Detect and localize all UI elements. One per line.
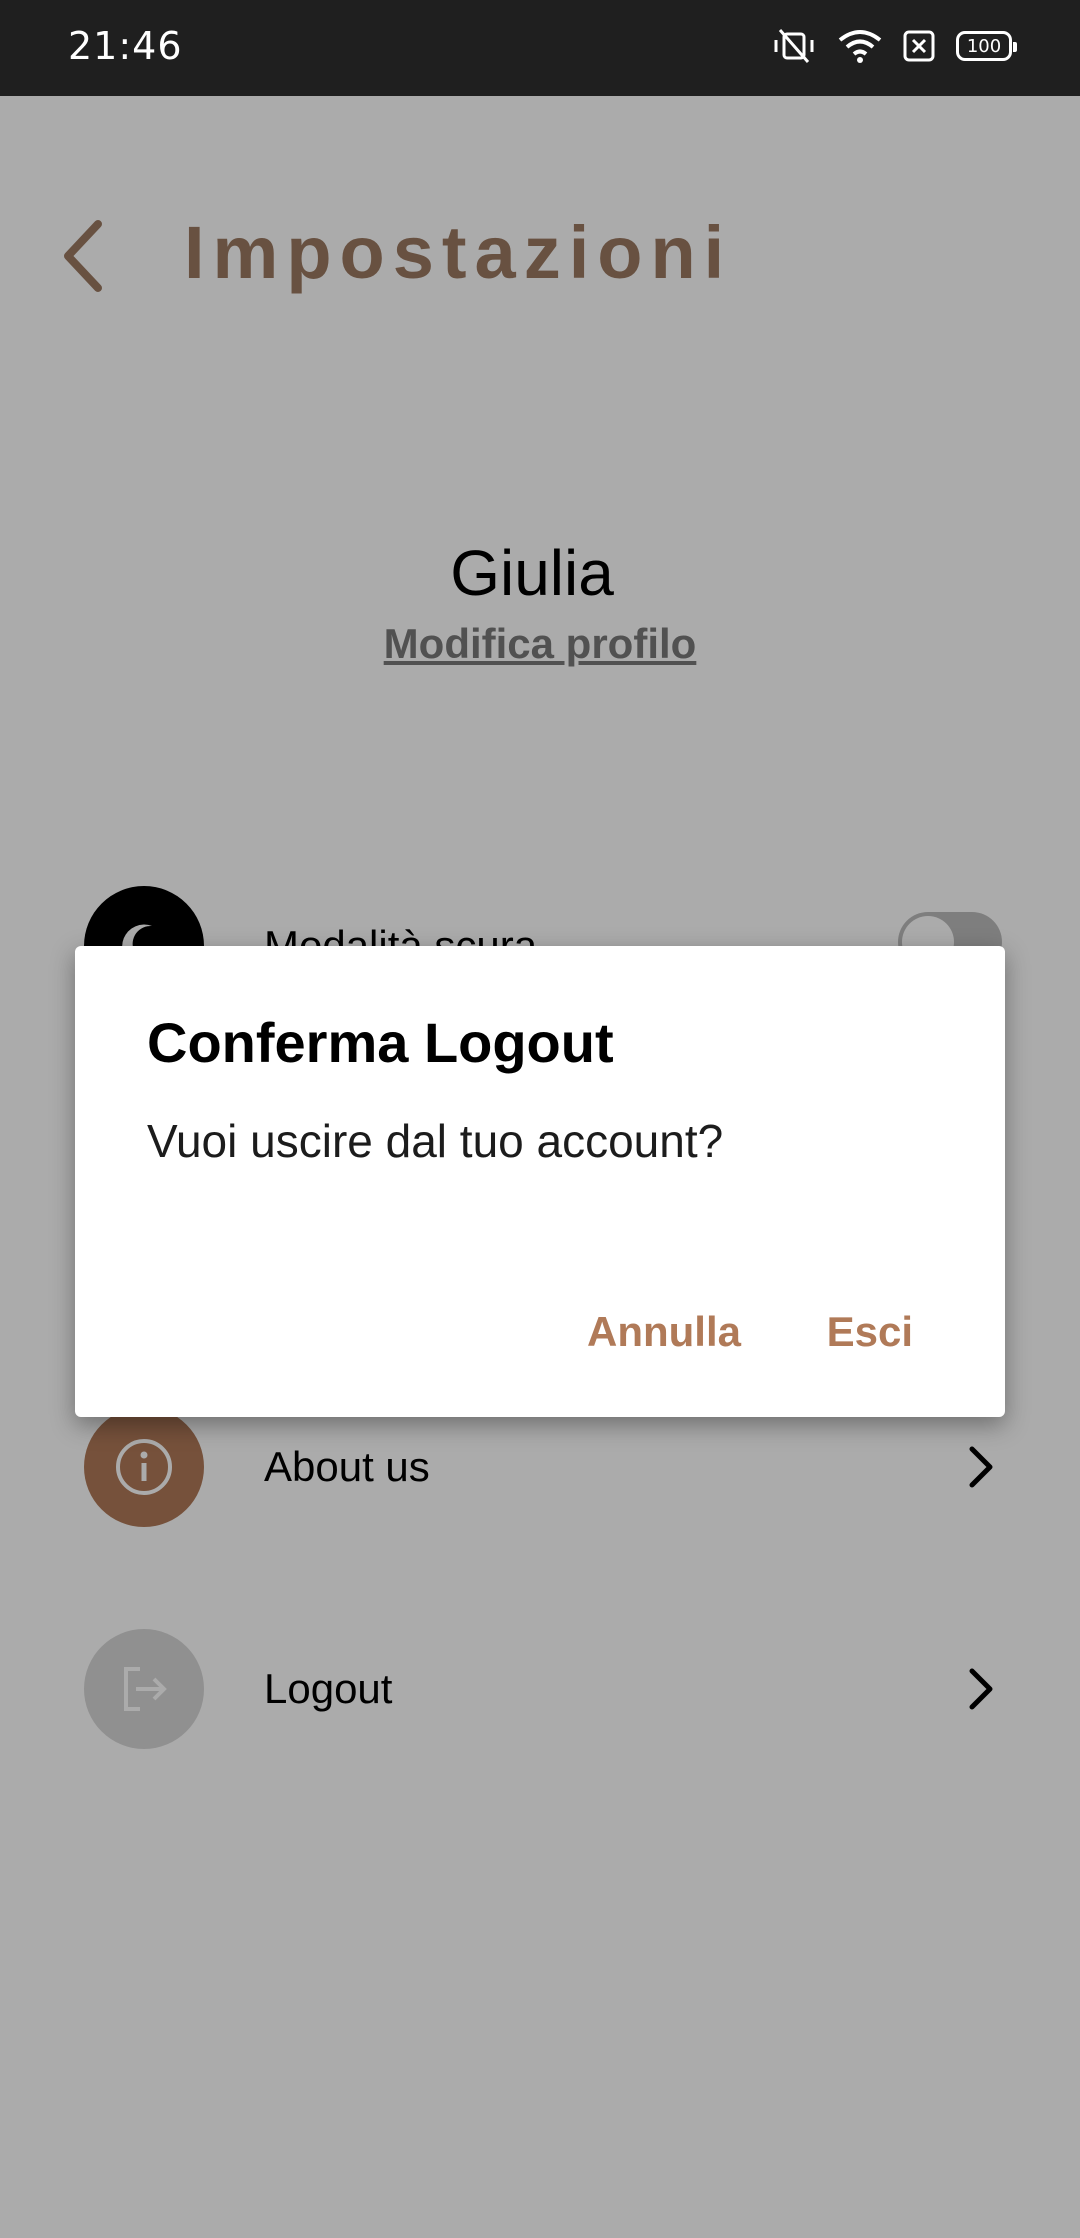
sim-off-icon	[902, 29, 936, 63]
status-icons: 100	[770, 28, 1017, 64]
dialog-title: Conferma Logout	[147, 1011, 614, 1074]
cancel-button[interactable]: Annulla	[587, 1308, 741, 1356]
logout-dialog: Conferma Logout Vuoi uscire dal tuo acco…	[75, 946, 1005, 1417]
dialog-message: Vuoi uscire dal tuo account?	[147, 1115, 724, 1167]
status-bar: 21:46 100	[0, 0, 1080, 96]
wifi-icon	[838, 28, 882, 64]
confirm-logout-button[interactable]: Esci	[827, 1308, 913, 1356]
status-time: 21:46	[68, 24, 183, 68]
vibrate-icon	[770, 28, 818, 64]
battery-icon: 100	[956, 31, 1017, 61]
